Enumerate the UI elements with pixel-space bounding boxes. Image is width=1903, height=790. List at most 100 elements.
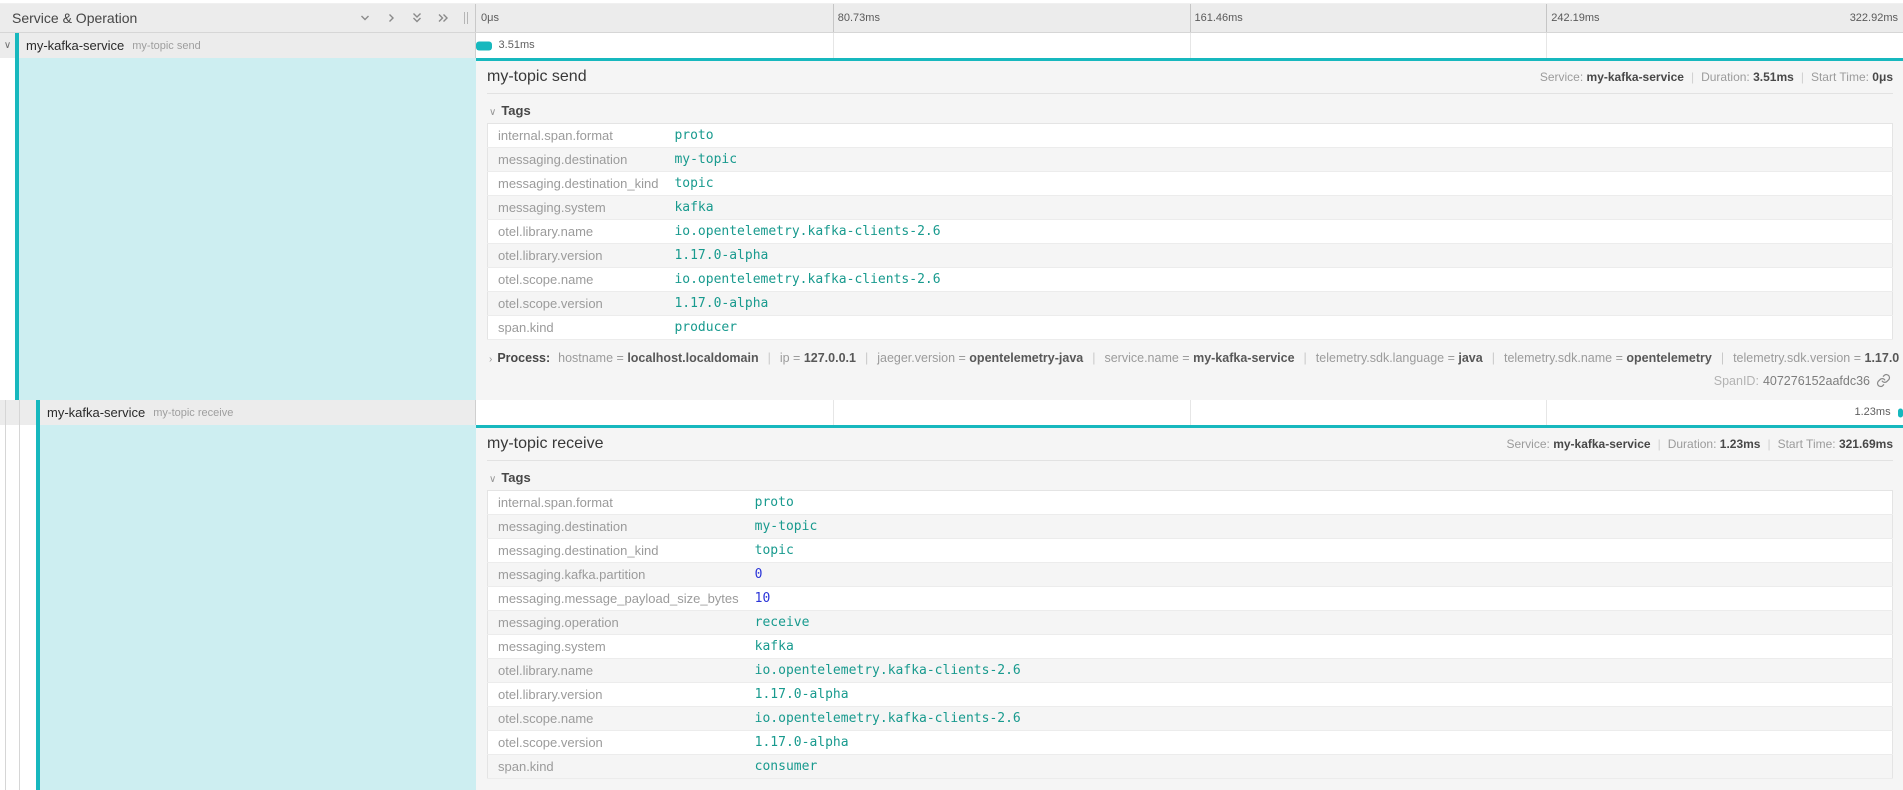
ruler-tick-label: 80.73ms (833, 4, 880, 33)
expanded-span-highlight (40, 425, 476, 790)
operation-name: my-topic send (132, 40, 200, 52)
tick-line (1546, 33, 1547, 58)
copy-link-icon[interactable] (1876, 373, 1891, 388)
service-color-bar (15, 33, 19, 58)
tick-line (1546, 400, 1547, 425)
tag-row: otel.scope.version 1.17.0-alpha (488, 731, 1893, 755)
tag-value: io.opentelemetry.kafka-clients-2.6 (747, 707, 1893, 731)
tag-row: internal.span.format proto (488, 491, 1893, 515)
process-tag: ip = 127.0.0.1 (780, 351, 856, 365)
meta-service: my-kafka-service (1553, 437, 1650, 451)
chevron-down-icon: ∨ (489, 474, 496, 485)
tags-accordion[interactable]: ∨Tags (489, 103, 1893, 118)
span-duration-label: 1.23ms (1855, 400, 1891, 425)
tag-row: messaging.destination my-topic (488, 515, 1893, 539)
tag-value: proto (747, 491, 1893, 515)
service-color-bar (36, 400, 40, 425)
divider (487, 460, 1893, 461)
span-name-cell-send[interactable]: ∨ my-kafka-service my-topic send (0, 33, 476, 58)
tag-value: 1.17.0-alpha (666, 244, 1892, 268)
tag-value: topic (747, 539, 1893, 563)
tag-value: kafka (666, 196, 1892, 220)
tag-key: otel.scope.version (488, 731, 747, 755)
span-id-line: SpanID:407276152aafdc36 (487, 373, 1893, 388)
tag-key: span.kind (488, 316, 667, 340)
tag-key: messaging.system (488, 196, 667, 220)
span-row-send[interactable]: ∨ my-kafka-service my-topic send 3.51ms (0, 33, 1903, 58)
tag-value: receive (747, 611, 1893, 635)
tag-row: otel.library.version 1.17.0-alpha (488, 244, 1893, 268)
column-resizer-handle[interactable] (464, 12, 470, 24)
tag-key: messaging.destination (488, 515, 747, 539)
tag-value: io.opentelemetry.kafka-clients-2.6 (666, 268, 1892, 292)
tag-value: 0 (747, 563, 1893, 587)
span-detail-gutter[interactable] (0, 58, 476, 400)
tag-row: messaging.operation receive (488, 611, 1893, 635)
chevron-right-icon: › (489, 354, 492, 365)
tag-key: internal.span.format (488, 124, 667, 148)
tick-line (833, 400, 834, 425)
span-detail-gutter[interactable] (0, 425, 476, 790)
tag-row: messaging.destination my-topic (488, 148, 1893, 172)
expanded-span-highlight (19, 58, 476, 400)
tag-key: messaging.kafka.partition (488, 563, 747, 587)
span-timeline-cell-receive[interactable]: 1.23ms (476, 400, 1903, 425)
tag-row: messaging.system kafka (488, 635, 1893, 659)
process-accordion[interactable]: ›Process:hostname = localhost.localdomai… (489, 351, 1893, 365)
tag-value: 10 (747, 587, 1893, 611)
detail-meta: Service: my-kafka-service|Duration: 3.51… (1540, 70, 1893, 84)
span-name-cell-receive[interactable]: my-kafka-service my-topic receive (0, 400, 476, 425)
ruler-tick-label: 322.92ms (1850, 4, 1903, 33)
process-tag: service.name = my-kafka-service (1104, 351, 1294, 365)
tag-key: span.kind (488, 755, 747, 779)
detail-title: my-topic send (487, 68, 1540, 86)
detail-meta: Service: my-kafka-service|Duration: 1.23… (1506, 437, 1893, 451)
span-duration-bar[interactable] (476, 41, 492, 50)
span-id-value: 407276152aafdc36 (1763, 374, 1870, 388)
span-duration-bar[interactable] (1898, 408, 1903, 417)
span-detail-card-receive: my-topic receive Service: my-kafka-servi… (476, 425, 1903, 790)
chevron-right-icon[interactable] (384, 11, 398, 25)
span-timeline-cell-send[interactable]: 3.51ms (476, 33, 1903, 58)
process-tag: hostname = localhost.localdomain (558, 351, 758, 365)
service-name: my-kafka-service (47, 405, 145, 420)
tag-row: messaging.kafka.partition 0 (488, 563, 1893, 587)
span-detail-row-send: my-topic send Service: my-kafka-service|… (0, 58, 1903, 400)
chevron-down-icon: ∨ (489, 107, 496, 118)
tag-value: io.opentelemetry.kafka-clients-2.6 (666, 220, 1892, 244)
meta-duration: 3.51ms (1753, 70, 1794, 84)
tag-value: kafka (747, 635, 1893, 659)
detail-header: my-topic send Service: my-kafka-service|… (487, 68, 1893, 86)
tag-row: messaging.destination_kind topic (488, 539, 1893, 563)
tag-value: 1.17.0-alpha (666, 292, 1892, 316)
tag-key: otel.library.version (488, 683, 747, 707)
chevron-down-icon[interactable] (358, 11, 372, 25)
tick-line (1190, 400, 1191, 425)
process-tag: telemetry.sdk.language = java (1316, 351, 1483, 365)
meta-start-time: 321.69ms (1839, 437, 1893, 451)
tick-line (1190, 33, 1191, 58)
tag-value: consumer (747, 755, 1893, 779)
service-operation-header: Service & Operation (0, 4, 476, 32)
tags-accordion[interactable]: ∨Tags (489, 470, 1893, 485)
double-chevron-right-icon[interactable] (436, 11, 450, 25)
collapse-span-icon[interactable]: ∨ (0, 33, 15, 58)
tag-key: messaging.operation (488, 611, 747, 635)
tag-row: internal.span.format proto (488, 124, 1893, 148)
tag-key: otel.library.name (488, 220, 667, 244)
tag-value: my-topic (666, 148, 1892, 172)
tag-row: otel.library.name io.opentelemetry.kafka… (488, 220, 1893, 244)
tag-key: messaging.destination (488, 148, 667, 172)
trace-timeline-view: Service & Operation 0μs 80.73ms 161.46ms… (0, 0, 1903, 790)
tag-value: my-topic (747, 515, 1893, 539)
tag-row: span.kind producer (488, 316, 1893, 340)
tag-row: otel.scope.name io.opentelemetry.kafka-c… (488, 707, 1893, 731)
span-row-receive[interactable]: my-kafka-service my-topic receive 1.23ms (0, 400, 1903, 425)
tag-key: otel.scope.version (488, 292, 667, 316)
tag-value: io.opentelemetry.kafka-clients-2.6 (747, 659, 1893, 683)
tag-key: messaging.destination_kind (488, 539, 747, 563)
timeline-ruler: 0μs 80.73ms 161.46ms 242.19ms 322.92ms (476, 4, 1903, 32)
process-tag: telemetry.sdk.name = opentelemetry (1504, 351, 1712, 365)
double-chevron-down-icon[interactable] (410, 11, 424, 25)
tags-table: internal.span.format proto messaging.des… (487, 490, 1893, 779)
